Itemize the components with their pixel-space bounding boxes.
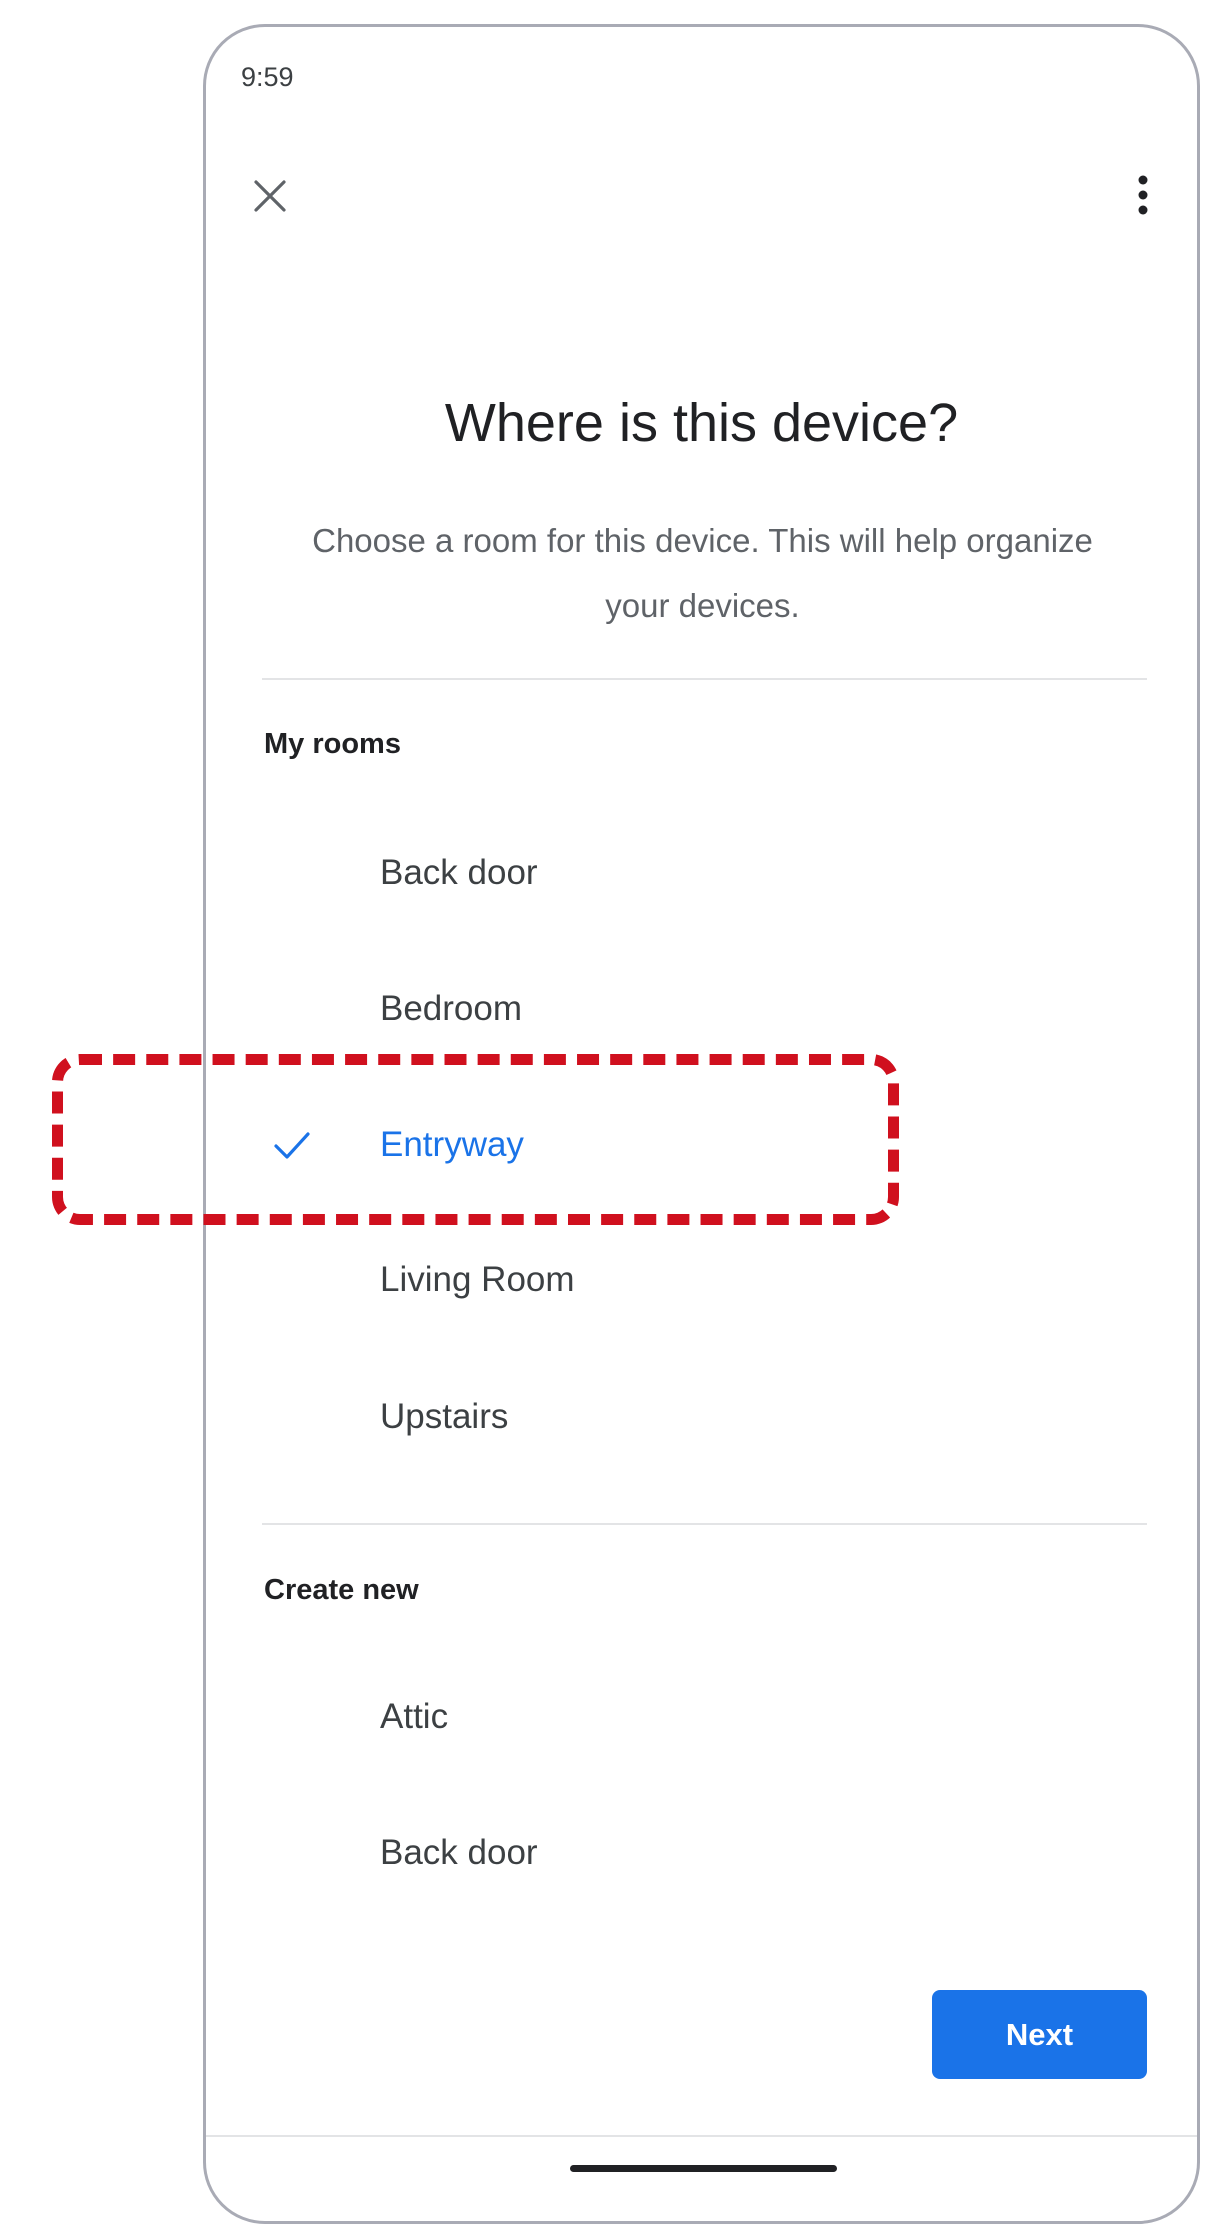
section-label-my-rooms: My rooms — [264, 728, 401, 760]
room-item-living-room[interactable]: Living Room — [220, 1225, 1160, 1335]
room-item-upstairs[interactable]: Upstairs — [220, 1362, 1160, 1472]
more-vert-icon — [1138, 175, 1148, 215]
room-label: Attic — [380, 1697, 449, 1736]
more-options-button[interactable] — [1125, 170, 1161, 220]
section-label-create-new: Create new — [264, 1574, 419, 1606]
room-label: Entryway — [380, 1125, 524, 1164]
room-label: Back door — [380, 853, 538, 892]
close-button[interactable] — [250, 176, 290, 216]
nav-divider — [206, 2135, 1197, 2137]
room-item-attic[interactable]: Attic — [220, 1662, 1160, 1772]
divider — [262, 678, 1147, 680]
room-item-back-door-new[interactable]: Back door — [220, 1798, 1160, 1908]
room-label: Living Room — [380, 1260, 575, 1299]
room-item-entryway[interactable]: Entryway — [220, 1090, 1160, 1200]
next-button[interactable]: Next — [932, 1990, 1147, 2079]
room-item-bedroom[interactable]: Bedroom — [220, 954, 1160, 1064]
page-subtitle: Choose a room for this device. This will… — [312, 522, 1093, 624]
room-label: Bedroom — [380, 989, 523, 1028]
home-indicator[interactable] — [570, 2165, 837, 2172]
status-time: 9:59 — [241, 62, 294, 92]
close-icon — [254, 180, 286, 212]
page-title: Where is this device? — [444, 393, 959, 453]
divider — [262, 1523, 1147, 1525]
check-icon — [274, 1132, 310, 1159]
room-label: Back door — [380, 1833, 538, 1872]
room-item-back-door[interactable]: Back door — [220, 818, 1160, 928]
room-label: Upstairs — [380, 1397, 509, 1436]
